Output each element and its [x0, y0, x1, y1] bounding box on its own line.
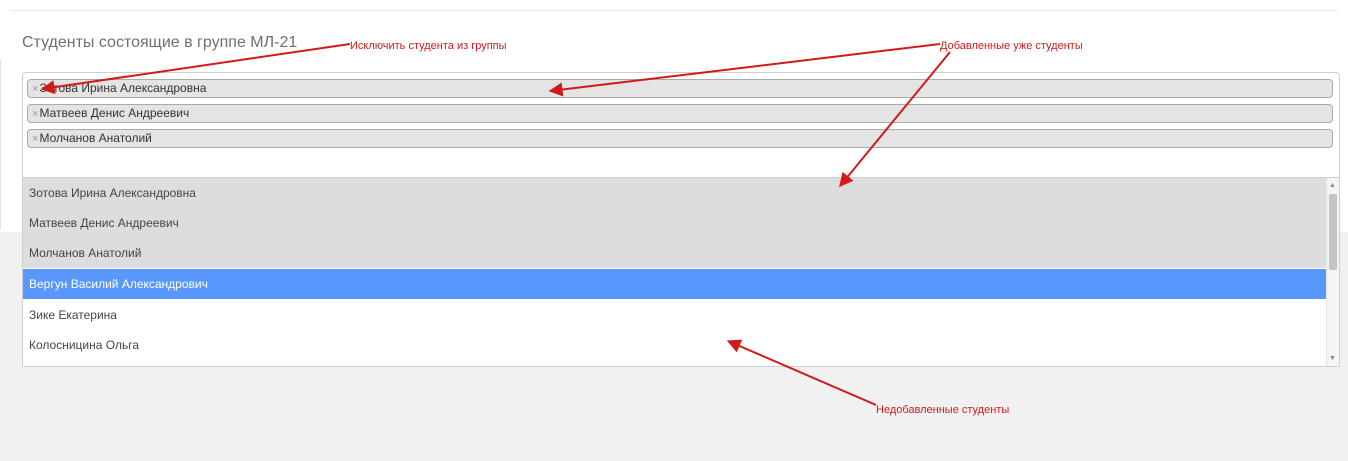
divider: [10, 10, 1338, 11]
multi-select-input[interactable]: ×Зотова Ирина Александровна ×Матвеев Ден…: [22, 72, 1340, 178]
annotation-already-added: Добавленные уже студенты: [940, 40, 1083, 52]
scroll-up-icon[interactable]: ▲: [1328, 181, 1337, 191]
remove-chip-icon[interactable]: ×: [32, 133, 38, 145]
annotation-remove-student: Исключить студента из группы: [350, 40, 507, 52]
selected-student-chip: ×Молчанов Анатолий: [27, 129, 1333, 148]
selected-student-chip: ×Зотова Ирина Александровна: [27, 79, 1333, 98]
selected-student-chip: ×Матвеев Денис Андреевич: [27, 104, 1333, 123]
chip-label: Зотова Ирина Александровна: [39, 81, 207, 95]
option-item[interactable]: Колосницина Ольга: [23, 330, 1328, 360]
chip-label: Молчанов Анатолий: [39, 131, 152, 145]
scroll-thumb[interactable]: [1329, 194, 1337, 270]
option-item[interactable]: Зике Екатерина: [23, 300, 1328, 330]
scroll-down-icon[interactable]: ▼: [1328, 354, 1337, 364]
section-title: Студенты состоящие в группе МЛ-21: [22, 34, 298, 51]
annotation-not-added: Недобавленные студенты: [876, 404, 1010, 416]
option-item[interactable]: Вергун Василий Александрович: [23, 269, 1328, 299]
remove-chip-icon[interactable]: ×: [32, 108, 38, 120]
option-item[interactable]: Молчанов Анатолий: [23, 238, 1328, 268]
student-options-dropdown: Зотова Ирина Александровна Матвеев Денис…: [22, 178, 1340, 367]
option-item[interactable]: Матвеев Денис Андреевич: [23, 208, 1328, 238]
option-item[interactable]: Зотова Ирина Александровна: [23, 178, 1328, 208]
left-border: [0, 60, 9, 230]
dropdown-scrollbar[interactable]: ▲ ▼: [1326, 178, 1339, 366]
chip-label: Матвеев Денис Андреевич: [39, 106, 190, 120]
remove-chip-icon[interactable]: ×: [32, 83, 38, 95]
